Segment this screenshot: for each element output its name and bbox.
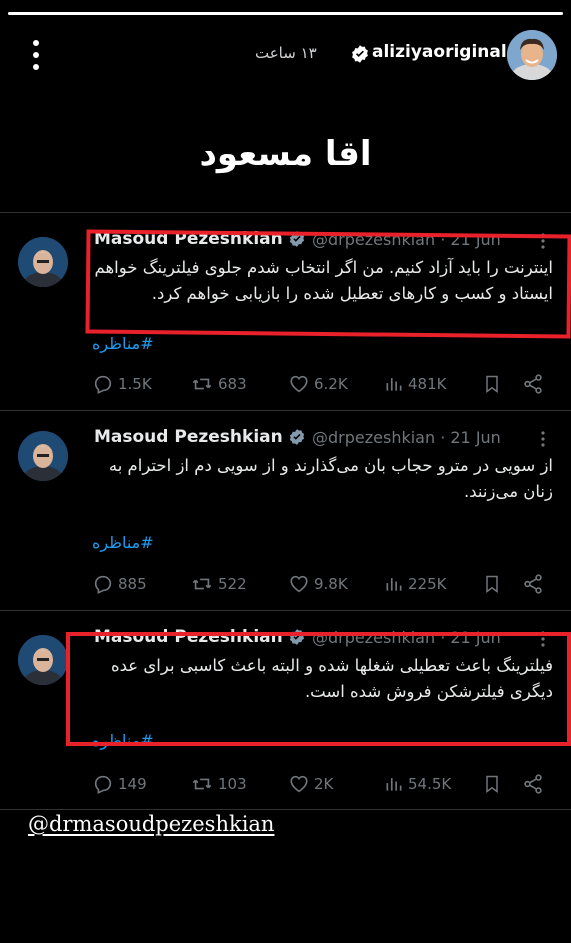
- like-count: 9.8K: [314, 575, 348, 593]
- share-icon: [524, 774, 542, 794]
- retweet-icon: [192, 578, 212, 590]
- reply-button[interactable]: 149: [92, 773, 147, 795]
- story-headline: اقا مسعود: [199, 134, 372, 174]
- views-icon: [386, 578, 402, 591]
- verified-badge-icon: [289, 429, 305, 445]
- story-user-avatar[interactable]: [507, 30, 557, 80]
- like-count: 2K: [314, 775, 334, 793]
- more-options-icon[interactable]: [536, 233, 550, 249]
- bookmark-button[interactable]: [482, 573, 502, 595]
- share-icon: [524, 574, 542, 594]
- reply-button[interactable]: 1.5K: [92, 373, 152, 395]
- reply-count: 1.5K: [118, 375, 152, 393]
- more-options-icon[interactable]: [536, 431, 550, 447]
- retweet-count: 522: [218, 575, 247, 593]
- tweet-card[interactable]: Masoud Pezeshkian @drpezeshkian · 21 Jun…: [0, 212, 571, 411]
- reply-button[interactable]: 885: [92, 573, 147, 595]
- view-count: 225K: [408, 575, 447, 593]
- verified-badge-icon: [289, 629, 305, 645]
- like-button[interactable]: 6.2K: [288, 373, 348, 395]
- heart-icon: [290, 775, 308, 793]
- views-icon: [386, 378, 402, 391]
- retweet-button[interactable]: 103: [190, 773, 247, 795]
- reply-icon: [94, 575, 112, 595]
- reply-icon: [94, 775, 112, 795]
- bookmark-icon: [486, 375, 498, 393]
- like-button[interactable]: 2K: [288, 773, 333, 795]
- author-handle-date[interactable]: @drpezeshkian · 21 Jun: [312, 628, 501, 647]
- bookmark-icon: [486, 575, 498, 593]
- author-name[interactable]: Masoud Pezeshkian: [94, 427, 283, 447]
- view-count: 481K: [408, 375, 447, 393]
- heart-icon: [290, 375, 308, 393]
- author-name[interactable]: Masoud Pezeshkian: [94, 627, 283, 647]
- share-button[interactable]: [522, 573, 544, 595]
- author-handle-date[interactable]: @drpezeshkian · 21 Jun: [312, 230, 501, 249]
- author-avatar[interactable]: [18, 237, 68, 287]
- story-progress-fill: [8, 12, 563, 15]
- like-button[interactable]: 9.8K: [288, 573, 348, 595]
- view-count: 54.5K: [408, 775, 452, 793]
- tweet-text: فیلترینگ باعث تعطیلی شغلها شده و البته ب…: [111, 656, 553, 701]
- story-header: ۱۳ ساعت aliziyaoriginal: [0, 28, 571, 84]
- more-options-icon[interactable]: [536, 631, 550, 647]
- views-icon: [386, 778, 402, 791]
- tweet-text: اینترنت را باید آزاد کنیم. من اگر انتخاب…: [94, 258, 553, 303]
- author-handle-date[interactable]: @drpezeshkian · 21 Jun: [312, 428, 501, 447]
- bookmark-icon: [486, 775, 498, 793]
- retweet-icon: [192, 778, 212, 790]
- share-button[interactable]: [522, 773, 544, 795]
- reply-count: 885: [118, 575, 147, 593]
- story-username[interactable]: aliziyaoriginal: [372, 42, 507, 62]
- retweet-count: 683: [218, 375, 247, 393]
- hashtag-link[interactable]: #مناظره: [92, 731, 154, 750]
- views-button[interactable]: 54.5K: [384, 773, 451, 795]
- author-avatar[interactable]: [18, 431, 68, 481]
- views-button[interactable]: 225K: [384, 573, 446, 595]
- heart-icon: [290, 575, 308, 593]
- author-name[interactable]: Masoud Pezeshkian: [94, 229, 283, 249]
- bookmark-button[interactable]: [482, 373, 502, 395]
- reply-count: 149: [118, 775, 147, 793]
- share-icon: [524, 374, 542, 394]
- author-avatar[interactable]: [18, 635, 68, 685]
- views-button[interactable]: 481K: [384, 373, 446, 395]
- tweet-actions: 885 522 9.8K 225K: [92, 573, 552, 597]
- hashtag-link[interactable]: #مناظره: [92, 334, 154, 353]
- story-time: ۱۳ ساعت: [255, 44, 317, 62]
- retweet-button[interactable]: 522: [190, 573, 247, 595]
- tweet-card[interactable]: Masoud Pezeshkian @drpezeshkian · 21 Jun…: [0, 610, 571, 810]
- tweet-card[interactable]: Masoud Pezeshkian @drpezeshkian · 21 Jun…: [0, 410, 571, 611]
- retweet-button[interactable]: 683: [190, 373, 247, 395]
- tweet-actions: 149 103 2K 54.5K: [92, 773, 552, 797]
- retweet-icon: [192, 378, 212, 390]
- share-button[interactable]: [522, 373, 544, 395]
- tweet-text: از سویی در مترو حجاب بان می‌گذارند و از …: [108, 456, 553, 501]
- hashtag-link[interactable]: #مناظره: [92, 533, 154, 552]
- retweet-count: 103: [218, 775, 247, 793]
- tweet-actions: 1.5K 683 6.2K 481K: [92, 373, 552, 397]
- mention-sticker[interactable]: @drmasoudpezeshkian: [28, 812, 274, 836]
- like-count: 6.2K: [314, 375, 348, 393]
- bookmark-button[interactable]: [482, 773, 502, 795]
- verified-badge-icon: [289, 231, 305, 247]
- reply-icon: [94, 375, 112, 395]
- verified-badge-icon: [352, 45, 368, 63]
- story-progress-bar: [8, 12, 563, 15]
- vertical-ellipsis-icon[interactable]: [26, 40, 46, 70]
